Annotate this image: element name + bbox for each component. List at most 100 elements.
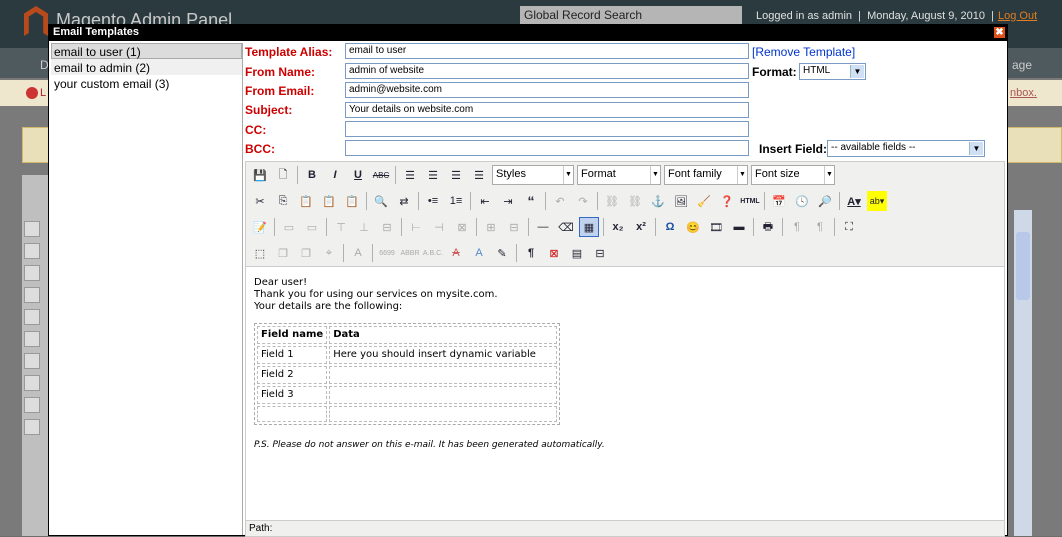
new-document-icon[interactable]: 🗋 xyxy=(273,165,293,185)
help-icon[interactable]: ❓ xyxy=(717,191,737,211)
submit-icon[interactable] xyxy=(24,375,40,391)
template-icon[interactable]: ▤ xyxy=(567,243,587,263)
row-before-icon[interactable]: ⊤ xyxy=(331,217,351,237)
pagebreak-icon[interactable]: ⊟ xyxy=(590,243,610,263)
insert-field-select[interactable]: -- available fields -- ▼ xyxy=(827,140,985,157)
template-item[interactable]: email to user (1) xyxy=(51,43,242,59)
absolute-icon[interactable]: ⌖ xyxy=(319,243,339,263)
non-break-icon[interactable]: ⊠ xyxy=(544,243,564,263)
table-cell[interactable]: Field 3 xyxy=(257,386,328,404)
row-after-icon[interactable]: ⊥ xyxy=(354,217,374,237)
html-source-icon[interactable]: HTML xyxy=(740,191,760,211)
table-cell[interactable]: Field 2 xyxy=(257,366,328,384)
paste-text-icon[interactable]: 📋 xyxy=(319,191,339,211)
cite-icon[interactable]: 6699 xyxy=(377,243,397,263)
outdent-icon[interactable]: ⇤ xyxy=(475,191,495,211)
remove-format-icon[interactable]: ⌫ xyxy=(556,217,576,237)
deletion-icon[interactable]: A xyxy=(446,243,466,263)
replace-icon[interactable]: ⇄ xyxy=(394,191,414,211)
strikethrough-icon[interactable]: ABC xyxy=(371,165,391,185)
text-color-icon[interactable]: A▾ xyxy=(844,191,864,211)
global-search-input[interactable]: Global Record Search xyxy=(520,6,742,24)
logout-link[interactable]: Log Out xyxy=(998,10,1037,22)
save-icon[interactable]: 💾 xyxy=(250,165,270,185)
bold-icon[interactable]: B xyxy=(302,165,322,185)
col-before-icon[interactable]: ⊢ xyxy=(406,217,426,237)
special-char-icon[interactable]: Ω xyxy=(660,217,680,237)
file-icon[interactable] xyxy=(24,419,40,435)
subject-input[interactable]: Your details on website.com xyxy=(345,102,749,118)
template-item[interactable]: email to admin (2) xyxy=(51,59,242,75)
table-header-cell[interactable]: Data xyxy=(329,326,558,344)
horizontal-rule-icon[interactable]: — xyxy=(533,217,553,237)
close-icon[interactable]: ✖ xyxy=(994,27,1005,38)
align-left-icon[interactable]: ☰ xyxy=(400,165,420,185)
paste-word-icon[interactable]: 📋 xyxy=(342,191,362,211)
bcc-input[interactable] xyxy=(345,140,749,156)
table-properties-icon[interactable]: 📝 xyxy=(250,217,270,237)
ltr-icon[interactable]: ¶ xyxy=(787,217,807,237)
textfield-icon[interactable] xyxy=(24,221,40,237)
from-email-input[interactable]: admin@website.com xyxy=(345,82,749,98)
align-right-icon[interactable]: ☰ xyxy=(446,165,466,185)
align-center-icon[interactable]: ☰ xyxy=(423,165,443,185)
inbox-link[interactable]: nbox. xyxy=(1010,87,1037,99)
nav-item-right[interactable]: age xyxy=(1012,58,1032,72)
list-icon[interactable] xyxy=(24,397,40,413)
row-props-icon[interactable]: ▭ xyxy=(279,217,299,237)
unlink-icon[interactable]: ⛓ xyxy=(625,191,645,211)
underline-icon[interactable]: U xyxy=(348,165,368,185)
bullet-list-icon[interactable]: •≡ xyxy=(423,191,443,211)
table-icon[interactable]: ▦ xyxy=(579,217,599,237)
media-icon[interactable]: 🎞 xyxy=(706,217,726,237)
acronym-icon[interactable]: A.B.C. xyxy=(423,243,443,263)
move-backward-icon[interactable]: ❐ xyxy=(296,243,316,263)
merge-cells-icon[interactable]: ⊟ xyxy=(504,217,524,237)
delete-col-icon[interactable]: ⊠ xyxy=(452,217,472,237)
paste-icon[interactable]: 📋 xyxy=(296,191,316,211)
image-icon[interactable]: 🖼 xyxy=(671,191,691,211)
styles-select[interactable]: Styles ▼ xyxy=(492,165,574,185)
delete-row-icon[interactable]: ⊟ xyxy=(377,217,397,237)
attributes-icon[interactable]: ✎ xyxy=(492,243,512,263)
table-cell[interactable] xyxy=(329,386,558,404)
select-icon[interactable] xyxy=(24,309,40,325)
cell-props-icon[interactable]: ▭ xyxy=(302,217,322,237)
fullscreen-icon[interactable]: ⛶ xyxy=(839,217,859,237)
editor-content[interactable]: Dear user! Thank you for using our servi… xyxy=(246,266,1004,520)
font-size-select[interactable]: Font size ▼ xyxy=(751,165,835,185)
cut-icon[interactable]: ✂ xyxy=(250,191,270,211)
redo-icon[interactable]: ↷ xyxy=(573,191,593,211)
from-name-input[interactable]: admin of website xyxy=(345,63,749,79)
button-icon[interactable] xyxy=(24,331,40,347)
visual-chars-icon[interactable]: ¶ xyxy=(521,243,541,263)
highlight-color-icon[interactable]: ab▾ xyxy=(867,191,887,211)
table-cell[interactable]: Field 1 xyxy=(257,346,328,364)
format-block-select[interactable]: Format ▼ xyxy=(577,165,661,185)
copy-icon[interactable]: ⎘ xyxy=(273,191,293,211)
table-cell[interactable] xyxy=(329,366,558,384)
split-cells-icon[interactable]: ⊞ xyxy=(481,217,501,237)
insertion-icon[interactable]: A xyxy=(469,243,489,263)
link-icon[interactable]: ⛓ xyxy=(602,191,622,211)
details-table[interactable]: Field name Data Field 1 Here you should … xyxy=(254,323,561,425)
table-cell[interactable] xyxy=(257,406,328,422)
abbr-icon[interactable]: ABBR xyxy=(400,243,420,263)
print-icon[interactable]: 🖶 xyxy=(758,217,778,237)
find-icon[interactable]: 🔍 xyxy=(371,191,391,211)
table-cell[interactable]: Here you should insert dynamic variable xyxy=(329,346,558,364)
undo-icon[interactable]: ↶ xyxy=(550,191,570,211)
scrollbar-thumb[interactable] xyxy=(1016,232,1030,300)
cc-input[interactable] xyxy=(345,121,749,137)
checkbox-icon[interactable] xyxy=(24,265,40,281)
rtl-icon[interactable]: ¶ xyxy=(810,217,830,237)
format-select[interactable]: HTML ▼ xyxy=(799,63,866,80)
align-justify-icon[interactable]: ☰ xyxy=(469,165,489,185)
preview-icon[interactable]: 🔎 xyxy=(815,191,835,211)
indent-icon[interactable]: ⇥ xyxy=(498,191,518,211)
reset-icon[interactable] xyxy=(24,353,40,369)
font-family-select[interactable]: Font family ▼ xyxy=(664,165,748,185)
insert-layer-icon[interactable]: ⬚ xyxy=(250,243,270,263)
table-header-cell[interactable]: Field name xyxy=(257,326,328,344)
numbered-list-icon[interactable]: 1≡ xyxy=(446,191,466,211)
